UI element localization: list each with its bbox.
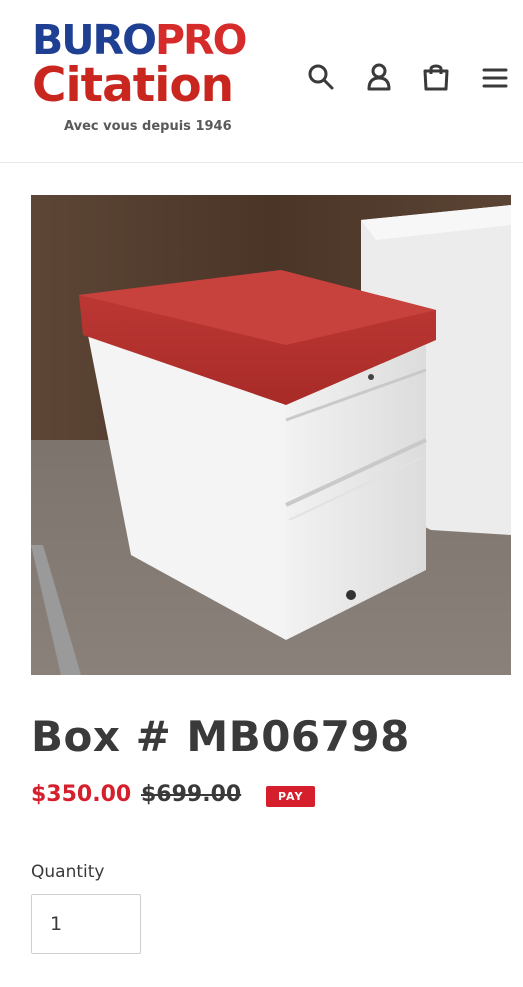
site-header: BUROPRO Citation Avec vous depuis 1946 (0, 0, 523, 163)
sale-price: $350.00 (31, 782, 132, 807)
product-image[interactable] (31, 195, 511, 675)
quantity-label: Quantity (31, 862, 105, 882)
product-photo (31, 195, 511, 675)
sale-badge: PAY (266, 786, 316, 807)
logo-wordmark-top: BUROPRO (32, 16, 247, 64)
product-title: Box # MB06798 (31, 712, 410, 761)
logo-word-buro: BURO (32, 16, 157, 64)
logo-word-citation: Citation (32, 58, 234, 113)
logo-word-pro: PRO (154, 16, 247, 64)
menu-icon[interactable] (480, 62, 510, 92)
account-icon[interactable] (364, 62, 394, 92)
brand-logo[interactable]: BUROPRO Citation Avec vous depuis 1946 (32, 16, 272, 141)
quantity-input[interactable] (31, 894, 141, 954)
logo-tagline: Avec vous depuis 1946 (64, 119, 232, 134)
cart-icon[interactable] (421, 62, 451, 92)
regular-price: $699.00 (141, 782, 242, 807)
search-icon[interactable] (306, 62, 336, 92)
